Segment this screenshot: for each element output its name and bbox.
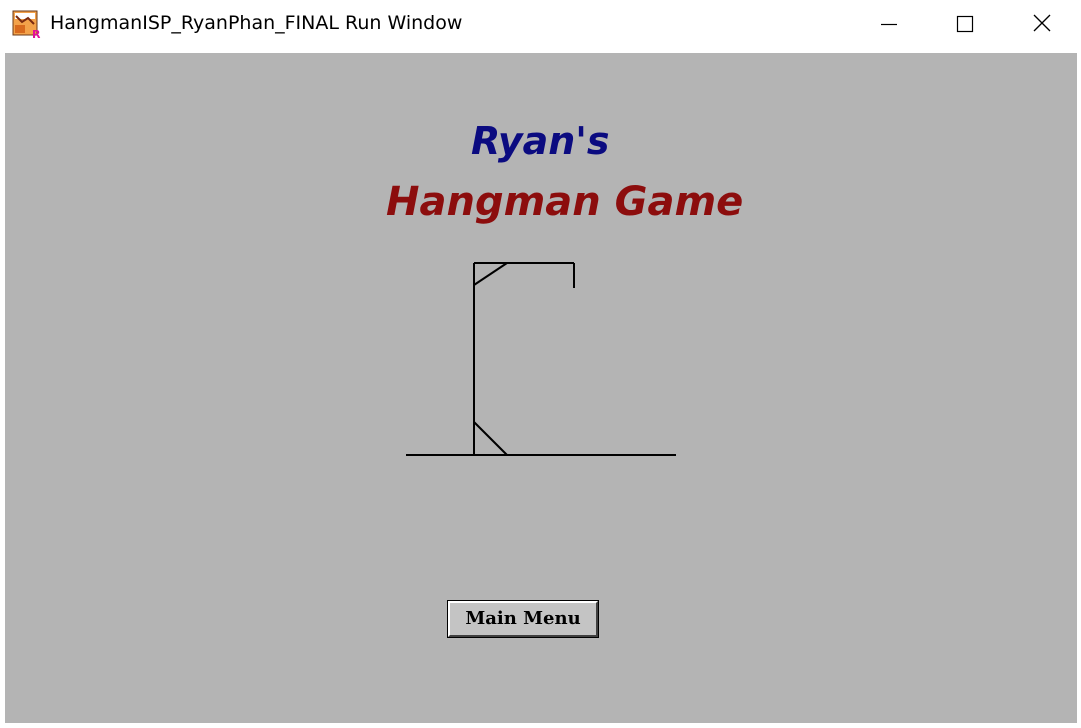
maximize-button[interactable] [936,0,996,50]
gallows-bottom-brace [473,421,508,456]
game-canvas: Ryan's Hangman Game Main Menu [5,53,1077,723]
main-menu-button[interactable]: Main Menu [447,600,599,638]
minimize-icon [881,23,897,26]
close-button[interactable] [1012,0,1072,50]
maximize-icon [956,15,974,33]
gallows-top-brace [473,262,508,286]
run-window: R HangmanISP_RyanPhan_FINAL Run Window R… [0,0,1081,728]
svg-text:R: R [32,28,41,40]
minimize-button[interactable] [860,0,920,50]
window-title: HangmanISP_RyanPhan_FINAL Run Window [50,12,463,34]
title-bar[interactable]: R HangmanISP_RyanPhan_FINAL Run Window [0,0,1081,50]
close-icon [1033,14,1051,32]
turing-app-icon: R [12,10,41,40]
